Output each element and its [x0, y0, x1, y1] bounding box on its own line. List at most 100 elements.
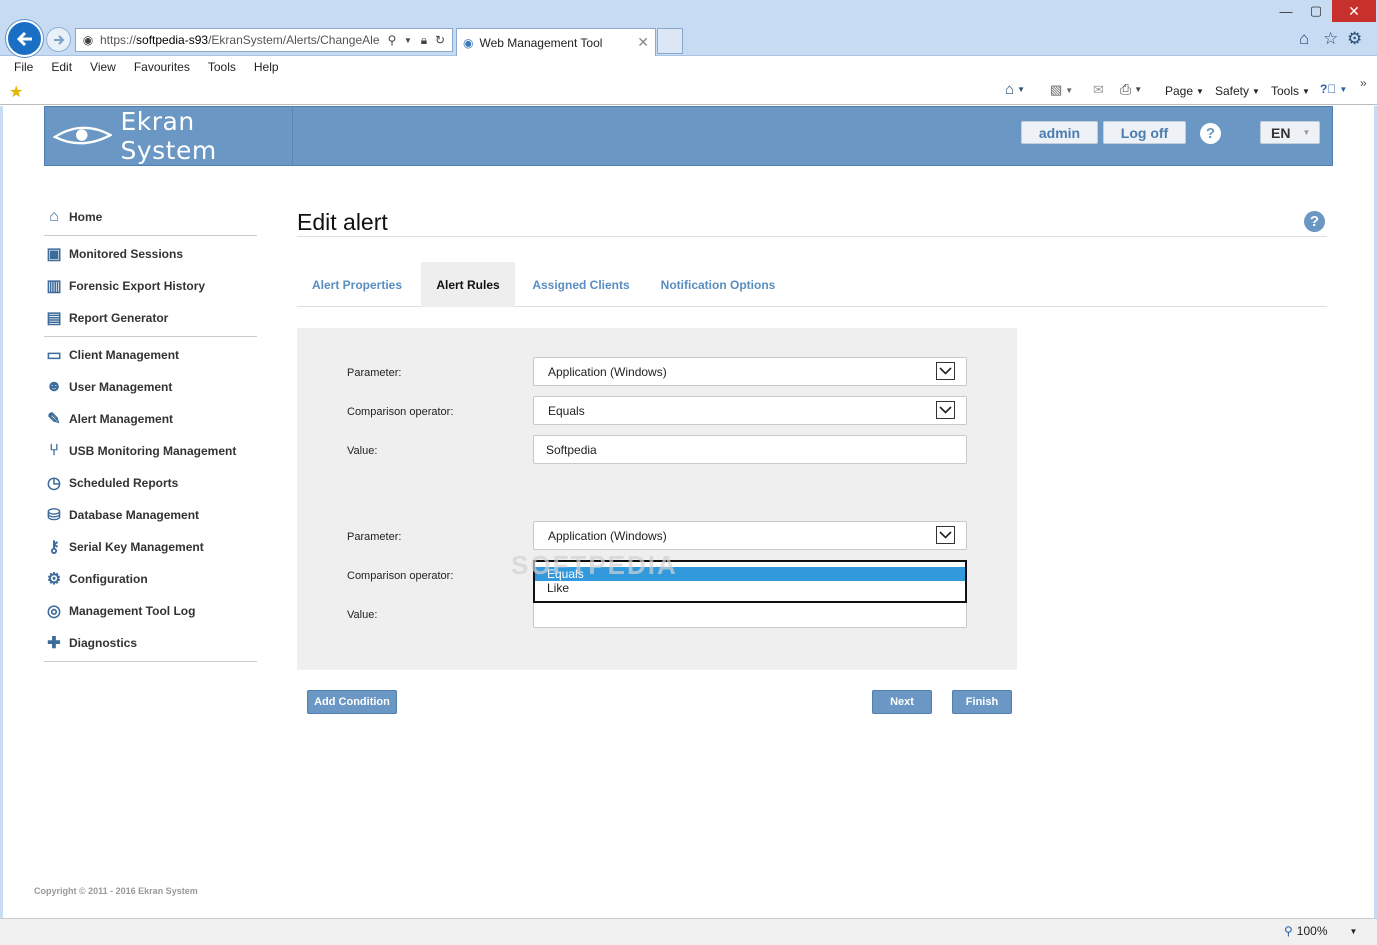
sidebar-item-label: Home [69, 210, 103, 224]
favorites-star-icon[interactable]: ★ [9, 82, 23, 102]
home-icon[interactable]: ⌂ [1299, 29, 1309, 49]
refresh-icon[interactable]: ↻ [432, 33, 448, 47]
tab-alert-rules[interactable]: Alert Rules [421, 262, 515, 307]
sidebar-item-configuration[interactable]: ⚙ Configuration [44, 563, 257, 595]
clock-icon: ◷ [47, 475, 61, 492]
close-icon[interactable]: ✕ [637, 34, 649, 51]
back-button[interactable] [6, 20, 43, 57]
menu-file[interactable]: File [14, 60, 33, 74]
sidebar-item-scheduled-reports[interactable]: ◷ Scheduled Reports [44, 467, 257, 499]
menu-tools[interactable]: Tools [208, 60, 236, 74]
monitor-icon: ▣ [46, 246, 62, 263]
tools-menu[interactable]: Tools ▼ [1271, 84, 1310, 98]
rss-icon[interactable]: ▧ ▼ [1050, 82, 1073, 98]
tab-alert-properties[interactable]: Alert Properties [302, 262, 412, 307]
minimize-button[interactable]: — [1275, 0, 1297, 22]
chevron-down-icon[interactable]: ▼ [400, 36, 416, 45]
browser-tab[interactable]: ◉ Web Management Tool ✕ [456, 28, 656, 56]
zoom-icon: ⚲ [1284, 924, 1293, 938]
alert-rules-panel: Parameter: Application (Windows) Compari… [297, 328, 1017, 670]
next-button[interactable]: Next [872, 690, 932, 714]
chevron-down-icon [936, 362, 955, 380]
zoom-control[interactable]: ⚲ 100% ▼ [1284, 924, 1357, 938]
users-icon: ☻ [45, 378, 63, 395]
ie-page-icon: ◉ [82, 33, 94, 47]
dropdown-option-like[interactable]: Like [535, 581, 965, 595]
safety-menu[interactable]: Safety ▼ [1215, 84, 1260, 98]
logo: Ekran System [53, 107, 293, 165]
key-icon: ⚷ [48, 539, 60, 556]
sidebar-item-forensic-export[interactable]: ▥ Forensic Export History [44, 270, 257, 302]
sidebar-item-usb-monitoring[interactable]: ⑂ USB Monitoring Management [44, 435, 257, 467]
sidebar-item-label: Serial Key Management [69, 540, 204, 554]
lock-icon[interactable]: 🔒︎ [416, 33, 432, 48]
parameter-select[interactable]: Application (Windows) [533, 357, 967, 386]
sidebar-item-label: Diagnostics [69, 636, 138, 650]
sidebar-item-serial-key[interactable]: ⚷ Serial Key Management [44, 531, 257, 563]
gear-icon[interactable]: ⚙ [1347, 29, 1362, 49]
menu-help[interactable]: Help [254, 60, 279, 74]
value-input[interactable]: Softpedia [533, 435, 967, 464]
home-icon: ⌂ [49, 208, 59, 225]
chevron-down-icon [936, 401, 955, 419]
tab-notification-options[interactable]: Notification Options [653, 262, 783, 307]
overflow-chevron-icon[interactable]: » [1360, 76, 1367, 90]
sidebar-item-management-tool-log[interactable]: ◎ Management Tool Log [44, 595, 257, 627]
sidebar-item-label: Forensic Export History [69, 279, 206, 293]
menu-view[interactable]: View [90, 60, 116, 74]
logoff-button[interactable]: Log off [1103, 121, 1186, 144]
print-icon[interactable]: ⎙ ▼ [1120, 81, 1142, 98]
arrow-right-icon [53, 34, 64, 45]
close-window-button[interactable]: ✕ [1332, 0, 1376, 22]
database-icon: ⛁ [47, 507, 61, 524]
tab-assigned-clients[interactable]: Assigned Clients [526, 262, 636, 307]
sidebar-item-home[interactable]: ⌂ Home [44, 201, 257, 233]
menu-edit[interactable]: Edit [51, 60, 72, 74]
eye-logo-icon [53, 126, 113, 145]
page-menu[interactable]: Page ▼ [1165, 84, 1204, 98]
sidebar-item-alert-management[interactable]: ✎ Alert Management [44, 403, 257, 435]
comparison-operator-label: Comparison operator: [347, 406, 454, 418]
parameter-label: Parameter: [347, 367, 402, 379]
value-input[interactable] [533, 599, 967, 628]
language-select[interactable]: EN ▼ [1260, 121, 1320, 144]
maximize-button[interactable]: ▢ [1305, 0, 1327, 22]
address-bar[interactable]: ◉ https://softpedia-s93/EkranSystem/Aler… [75, 28, 453, 52]
sidebar-item-client-management[interactable]: ▭ Client Management [44, 339, 257, 371]
sidebar-item-monitored-sessions[interactable]: ▣ Monitored Sessions [44, 238, 257, 270]
mail-icon[interactable]: ✉ [1093, 82, 1104, 98]
star-icon[interactable]: ☆ [1323, 29, 1338, 49]
sidebar-item-report-generator[interactable]: ▤ Report Generator [44, 302, 257, 334]
page-title: Edit alert [297, 209, 388, 235]
chevron-down-icon: ▼ [1302, 128, 1311, 137]
chevron-down-icon [936, 526, 955, 544]
menu-favourites[interactable]: Favourites [134, 60, 190, 74]
usb-icon: ⑂ [49, 442, 59, 459]
copyright: Copyright © 2011 - 2016 Ekran System [34, 886, 198, 896]
address-url: https://softpedia-s93/EkranSystem/Alerts… [100, 33, 380, 47]
search-icon[interactable]: ⚲ [384, 33, 400, 47]
divider [44, 336, 257, 337]
comparison-operator-select[interactable]: Equals [533, 396, 967, 425]
value-label: Value: [347, 445, 378, 457]
client-icon: ▭ [46, 347, 62, 364]
command-bar: ★ ⌂ ▼ ▧ ▼ ✉ ⎙ ▼ Page ▼ Safety ▼ Tools ▼ ?⃝ ▼ » [0, 76, 1377, 105]
sidebar-item-user-management[interactable]: ☻ User Management [44, 371, 257, 403]
help-icon[interactable]: ? [1200, 123, 1221, 144]
help-icon[interactable]: ? [1304, 211, 1325, 232]
add-condition-button[interactable]: Add Condition [307, 690, 397, 714]
ie-page-icon: ◉ [463, 35, 474, 50]
browser-toolbar: ◉ https://softpedia-s93/EkranSystem/Aler… [0, 0, 1377, 57]
home-icon[interactable]: ⌂ ▼ [1005, 81, 1025, 98]
help-icon[interactable]: ?⃝ ▼ [1320, 82, 1347, 96]
menu-bar: File Edit View Favourites Tools Help [0, 56, 1377, 78]
comparison-operator-value: Equals [548, 403, 585, 418]
sidebar-item-diagnostics[interactable]: ✚ Diagnostics [44, 627, 257, 659]
user-button[interactable]: admin [1021, 121, 1098, 144]
finish-button[interactable]: Finish [952, 690, 1012, 714]
sidebar-item-database-management[interactable]: ⛁ Database Management [44, 499, 257, 531]
comparison-operator-label: Comparison operator: [347, 570, 454, 582]
parameter-select[interactable]: Application (Windows) [533, 521, 967, 550]
forward-button[interactable] [46, 27, 71, 52]
new-tab-button[interactable] [657, 28, 683, 54]
